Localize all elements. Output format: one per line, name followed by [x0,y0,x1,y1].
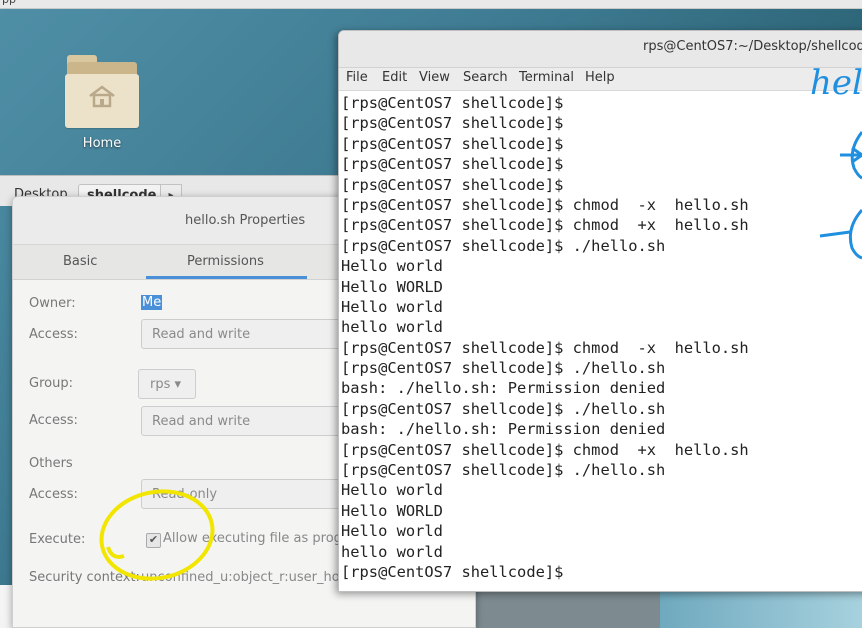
terminal-line: [rps@CentOS7 shellcode]$ chmod -x hello.… [341,338,749,357]
group-select[interactable]: rps ▾ [138,369,196,399]
menu-terminal[interactable]: Terminal [519,70,574,85]
terminal-line: [rps@CentOS7 shellcode]$ chmod +x hello.… [341,440,749,459]
terminal-title: rps@CentOS7:~/Desktop/shellcode [643,39,862,54]
security-context-label: Security context: [29,570,140,585]
owner-access-label: Access: [29,327,78,342]
owner-label: Owner: [29,296,76,311]
terminal-line: Hello WORLD [341,277,443,296]
terminal-line: [rps@CentOS7 shellcode]$ ./hello.sh [341,461,666,480]
terminal-line: [rps@CentOS7 shellcode]$ [341,114,564,133]
owner-value: Me [141,295,163,310]
terminal-line: Hello world [341,481,443,500]
group-label: Group: [29,376,73,391]
dialog-title: hello.sh Properties [185,213,306,228]
execute-label: Execute: [29,532,86,547]
terminal-line: [rps@CentOS7 shellcode]$ chmod +x hello.… [341,216,749,235]
others-label: Others [29,456,73,471]
home-folder-icon [63,52,141,130]
terminal-line: [rps@CentOS7 shellcode]$ ./hello.sh [341,236,666,255]
terminal-line: [rps@CentOS7 shellcode]$ [341,155,564,174]
desktop-home-icon[interactable]: Home [54,52,150,151]
top-panel-label[interactable]: pp [2,0,16,6]
menu-view[interactable]: View [419,70,450,85]
others-access-select[interactable]: Read-only [141,479,351,509]
terminal-window: rps@CentOS7:~/Desktop/shellcode File Edi… [338,30,862,592]
terminal-line: [rps@CentOS7 shellcode]$ ./hello.sh [341,399,666,418]
active-tab-indicator [146,276,307,279]
terminal-line: Hello world [341,522,443,541]
terminal-line: [rps@CentOS7 shellcode]$ ./hello.sh [341,359,666,378]
terminal-line: [rps@CentOS7 shellcode]$ [341,94,564,112]
terminal-line: bash: ./hello.sh: Permission denied [341,379,666,398]
owner-access-select[interactable]: Read and write [141,319,351,349]
terminal-output[interactable]: [rps@CentOS7 shellcode]$ [rps@CentOS7 she… [341,93,749,582]
group-access-select[interactable]: Read and write [141,406,351,436]
others-access-label: Access: [29,487,78,502]
menu-edit[interactable]: Edit [382,70,407,85]
terminal-line: [rps@CentOS7 shellcode]$ [341,134,564,153]
tab-permissions[interactable]: Permissions [187,254,264,269]
terminal-menubar: File Edit View Search Terminal Help [339,68,862,91]
tab-basic[interactable]: Basic [63,254,97,269]
terminal-titlebar[interactable]: rps@CentOS7:~/Desktop/shellcode [339,31,862,68]
terminal-line: [rps@CentOS7 shellcode]$ [341,175,564,194]
terminal-line: bash: ./hello.sh: Permission denied [341,420,666,439]
execute-checkbox[interactable]: ✔ [146,533,161,548]
terminal-line: hello world [341,318,443,337]
terminal-line: Hello WORLD [341,501,443,520]
terminal-line: Hello world [341,257,443,276]
menu-file[interactable]: File [346,70,368,85]
group-access-label: Access: [29,413,78,428]
terminal-line: [rps@CentOS7 shellcode]$ chmod -x hello.… [341,195,749,214]
top-panel: pp [0,0,862,9]
terminal-line: [rps@CentOS7 shellcode]$ [341,562,564,581]
menu-search[interactable]: Search [463,70,508,85]
home-label: Home [82,136,122,151]
terminal-line: hello world [341,542,443,561]
terminal-line: Hello world [341,297,443,316]
menu-help[interactable]: Help [585,70,615,85]
